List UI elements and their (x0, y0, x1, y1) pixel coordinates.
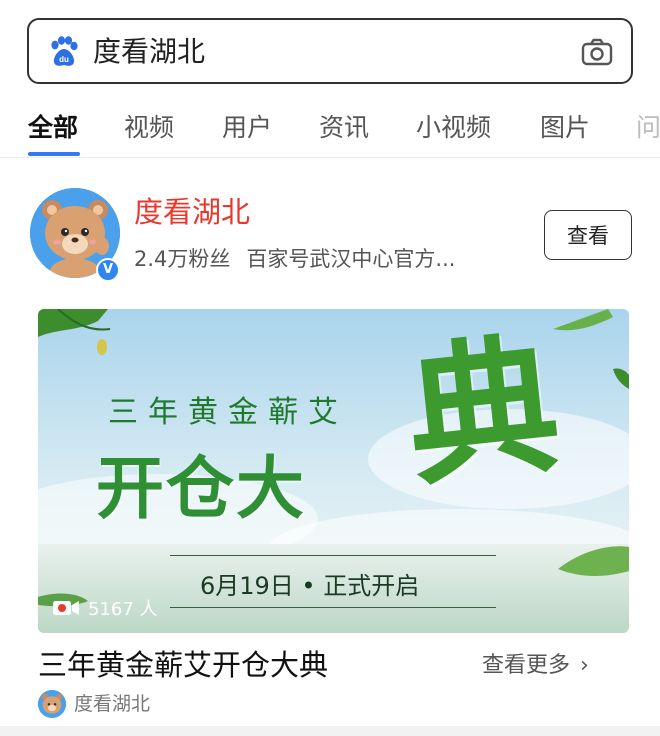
account-description: 百家号武汉中心官方... (246, 247, 456, 271)
video-banner[interactable]: 三年黄金蕲艾 开仓大 典 6月19日 • 正式开启 5167 人 (38, 309, 629, 633)
search-bar[interactable]: du 度看湖北 (27, 18, 633, 84)
see-more-link[interactable]: 查看更多 › (482, 650, 589, 682)
camera-icon[interactable] (581, 38, 613, 66)
source-avatar (38, 690, 66, 718)
follower-count: 2.4万粉丝 (134, 247, 231, 271)
banner-headline-big: 典 (399, 316, 567, 508)
tab-users[interactable]: 用户 (222, 108, 272, 144)
baidu-paw-icon: du (51, 36, 78, 66)
banner-date: 6月19日 • 正式开启 (200, 572, 420, 600)
search-input[interactable]: 度看湖北 (93, 34, 205, 70)
chevron-right-icon: › (580, 653, 589, 678)
tab-questions[interactable]: 问 (636, 108, 660, 144)
tab-all[interactable]: 全部 (28, 108, 78, 144)
tab-video[interactable]: 视频 (124, 108, 174, 144)
result-tabs: 全部 视频 用户 资讯 小视频 图片 问 (0, 100, 660, 158)
account-name[interactable]: 度看湖北 (134, 194, 250, 230)
section-divider (0, 726, 660, 736)
active-tab-indicator (28, 152, 80, 156)
banner-rule-top (170, 555, 496, 556)
tab-short-video[interactable]: 小视频 (416, 108, 491, 144)
banner-subtitle: 三年黄金蕲艾 (108, 395, 348, 430)
svg-text:du: du (59, 55, 69, 64)
video-camera-icon (53, 601, 79, 615)
bear-mascot-icon (38, 690, 66, 718)
see-more-label: 查看更多 (482, 653, 571, 678)
tab-news[interactable]: 资讯 (319, 108, 369, 144)
viewer-count: 5167 人 (52, 595, 158, 621)
tab-images[interactable]: 图片 (540, 108, 590, 144)
viewer-count-text: 5167 人 (88, 599, 158, 620)
verified-badge: V (96, 258, 120, 282)
account-meta: 2.4万粉丝 百家号武汉中心官方... (134, 244, 455, 274)
banner-rule-bottom (170, 607, 496, 608)
video-title[interactable]: 三年黄金蕲艾开仓大典 (38, 646, 328, 684)
source-name: 度看湖北 (74, 693, 151, 715)
view-account-button[interactable]: 查看 (544, 210, 632, 260)
banner-headline: 开仓大 (96, 449, 307, 529)
